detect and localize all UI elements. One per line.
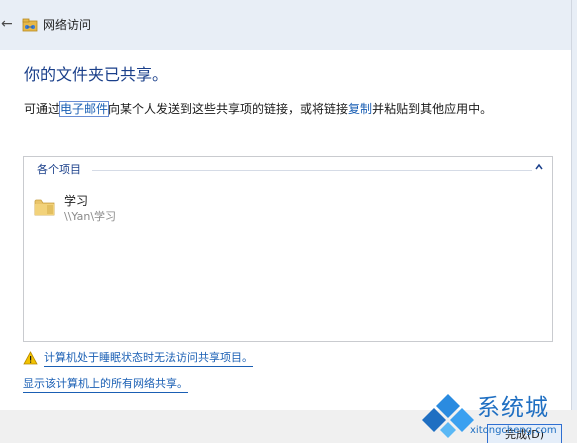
shared-items-panel: 各个项目 学习 \\Yan\学习 <box>23 156 553 342</box>
network-share-icon <box>22 18 38 32</box>
watermark-logo-icon <box>422 394 474 438</box>
share-description: 可通过电子邮件向某个人发送到这些共享项的链接，或将链接复制并粘贴到其他应用中。 <box>24 100 492 118</box>
folder-icon <box>34 199 55 216</box>
page-heading: 你的文件夹已共享。 <box>24 65 169 84</box>
window-title: 网络访问 <box>43 18 92 32</box>
description-middle: 向某个人发送到这些共享项的链接，或将链接 <box>108 102 349 116</box>
item-name: 学习 <box>64 194 89 208</box>
watermark-domain: xitongcheng.com <box>470 425 557 436</box>
description-prefix: 可通过 <box>24 102 61 116</box>
item-path: \\Yan\学习 <box>64 210 117 223</box>
warning-icon <box>23 351 38 365</box>
email-link[interactable]: 电子邮件 <box>59 101 110 117</box>
items-header-divider <box>92 170 532 171</box>
description-suffix: 并粘贴到其他应用中。 <box>372 102 493 116</box>
items-panel-header: 各个项目 <box>37 163 81 176</box>
watermark-name: 系统城 <box>477 395 549 421</box>
chevron-up-icon[interactable] <box>534 162 544 172</box>
list-item[interactable]: 学习 \\Yan\学习 <box>34 193 334 229</box>
watermark: 系统城 xitongcheng.com <box>422 392 577 443</box>
network-access-window: ← 网络访问 你的文件夹已共享。 可通过电子邮件向某个人发送到这些共享项的链接，… <box>0 0 577 443</box>
back-arrow-icon[interactable]: ← <box>1 15 13 33</box>
window-right-edge <box>571 0 577 410</box>
copy-link[interactable]: 复制 <box>348 102 372 116</box>
show-all-shares-link[interactable]: 显示该计算机上的所有网络共享。 <box>23 376 188 393</box>
sleep-warning-link[interactable]: 计算机处于睡眠状态时无法访问共享项目。 <box>44 350 253 367</box>
title-bar: ← 网络访问 <box>0 0 577 50</box>
